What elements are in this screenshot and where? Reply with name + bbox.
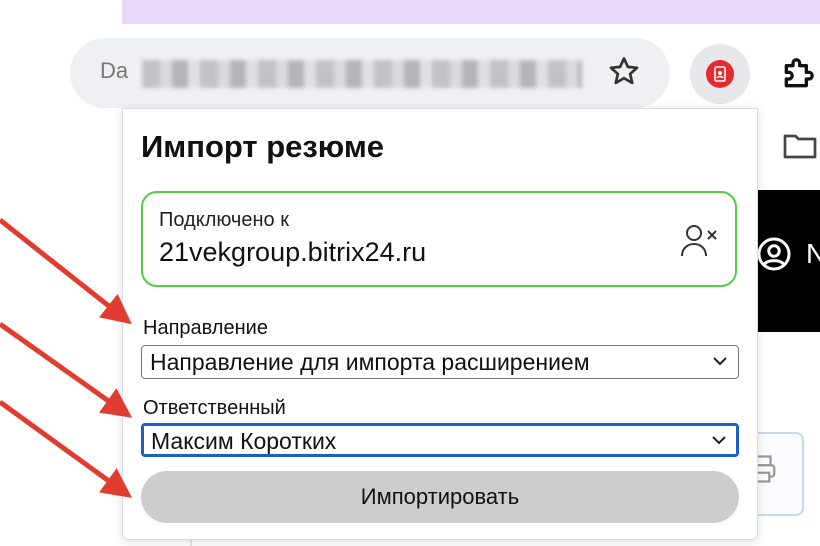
popup-title: Импорт резюме [141,129,385,164]
responsible-selected-value: Максим Коротких [151,428,337,454]
puzzle-icon[interactable] [778,54,818,94]
direction-selected-value: Направление для импорта расширением [150,349,590,375]
direction-label: Направление [143,317,268,339]
resume-extension-icon [706,60,734,88]
user-disconnect-icon[interactable] [679,223,719,259]
connection-status-box: Подключено к 21vekgroup.bitrix24.ru [141,191,737,287]
connection-label: Подключено к [159,209,289,231]
address-text: Da [100,58,129,83]
responsible-select[interactable]: Максим Коротких [141,423,739,457]
resume-extension-button[interactable] [690,44,750,104]
import-resume-popup: Импорт резюме Подключено к 21vekgroup.bi… [122,108,758,540]
folder-icon[interactable] [782,130,818,160]
user-circle-icon [757,237,791,271]
page-partial-text: N [806,238,820,269]
browser-top-strip [122,0,820,24]
chevron-down-icon [713,357,727,366]
arrow-to-direction [0,218,132,325]
blurred-url [142,60,582,88]
connection-domain: 21vekgroup.bitrix24.ru [159,237,427,267]
chevron-down-icon [712,436,726,445]
address-bar[interactable]: Da [70,38,670,108]
import-button[interactable]: Импортировать [141,471,739,523]
arrow-to-responsible [0,321,133,418]
direction-select[interactable]: Направление для импорта расширением [141,345,739,379]
star-icon[interactable] [606,54,642,90]
responsible-label: Ответственный [143,397,286,419]
arrow-to-import-button [0,399,133,498]
